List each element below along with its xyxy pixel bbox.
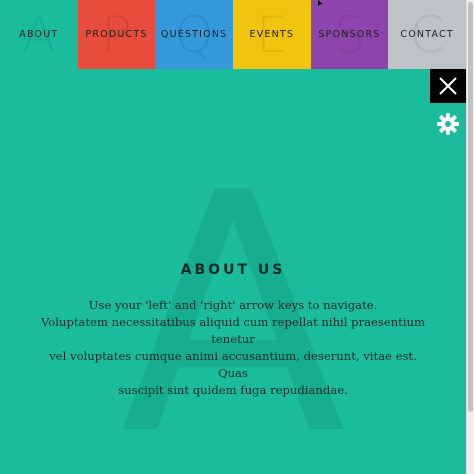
section-text-line: vel voluptates cumque animi accusantium,… (49, 349, 417, 380)
gear-icon (437, 113, 459, 135)
nav-item-about[interactable]: A ABOUT (0, 0, 78, 69)
nav-item-about-label: ABOUT (19, 29, 59, 40)
settings-button[interactable] (436, 112, 460, 136)
top-navigation: A ABOUT P PRODUCTS Q QUESTIONS E EVENTS … (0, 0, 466, 69)
section-text-line: Use your 'left' and 'right' arrow keys t… (88, 298, 378, 312)
nav-item-products[interactable]: P PRODUCTS (77, 0, 156, 69)
close-button[interactable] (430, 69, 466, 103)
nav-item-questions[interactable]: Q QUESTIONS (155, 0, 233, 69)
vertical-scrollbar[interactable] (466, 0, 474, 474)
page: A ABOUT P PRODUCTS Q QUESTIONS E EVENTS … (0, 0, 466, 474)
mouse-cursor-icon (318, 0, 323, 6)
nav-item-products-label: PRODUCTS (85, 29, 148, 40)
section-title: ABOUT US (180, 262, 286, 278)
nav-item-events[interactable]: E EVENTS (232, 0, 311, 69)
nav-item-sponsors-label: SPONSORS (318, 29, 381, 40)
nav-item-events-label: EVENTS (249, 29, 295, 40)
nav-item-contact-label: CONTACT (400, 29, 454, 40)
section-text-line: Voluptatem necessitatibus aliquid cum re… (40, 315, 426, 346)
section-text-line: suscipit sint quidem fuga repudiandae. (118, 383, 348, 397)
scrollbar-thumb[interactable] (468, 2, 473, 412)
about-section: A ABOUT US Use your 'left' and 'right' a… (0, 69, 466, 474)
nav-item-questions-label: QUESTIONS (160, 29, 228, 40)
close-icon (439, 77, 457, 95)
nav-item-contact[interactable]: C CONTACT (388, 0, 466, 69)
nav-item-sponsors[interactable]: S SPONSORS (310, 0, 389, 69)
section-text: Use your 'left' and 'right' arrow keys t… (40, 297, 426, 399)
